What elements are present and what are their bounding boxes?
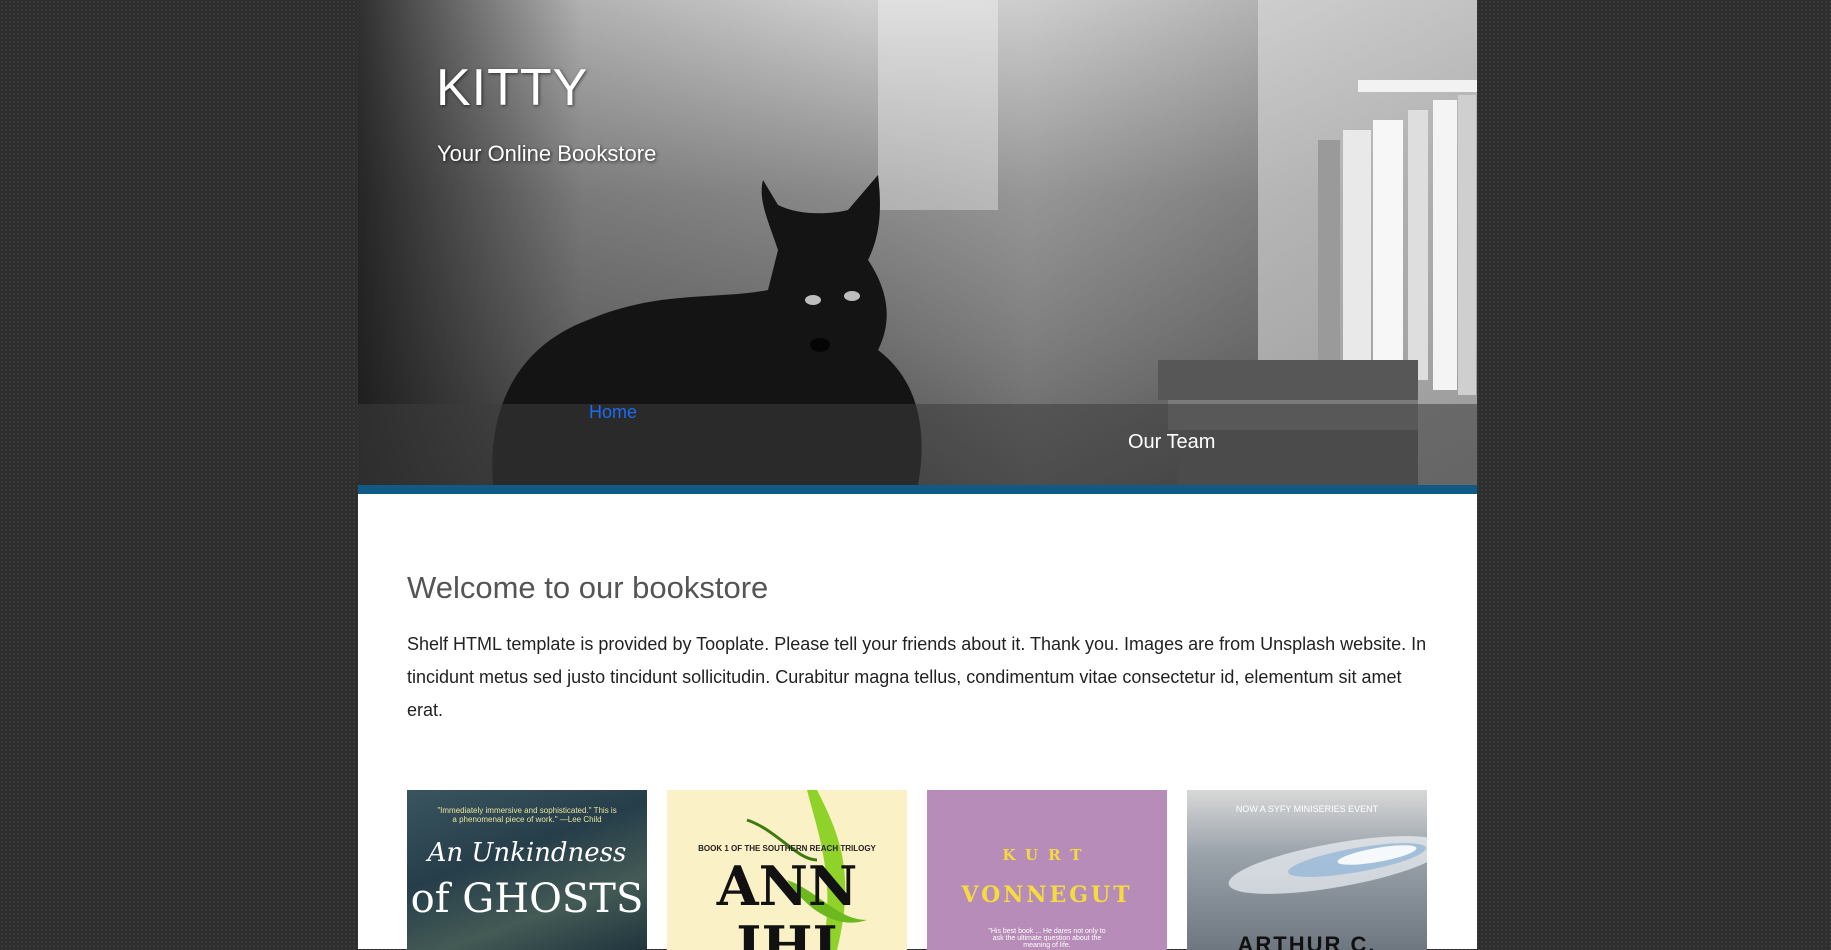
cover-title: of GHOSTS bbox=[410, 876, 644, 922]
book-cover-kurt-vonnegut[interactable]: KURT VONNEGUT "His best book ... He dare… bbox=[927, 790, 1167, 950]
book-cover-an-unkindness-of-ghosts[interactable]: "Immediately immersive and sophisticated… bbox=[407, 790, 647, 950]
cover-author: KURT bbox=[1002, 846, 1092, 864]
welcome-paragraph: Shelf HTML template is provided by Toopl… bbox=[407, 634, 1427, 720]
book-cover-arthur-c-clarke[interactable]: NOW A SYFY MINISERIES EVENT ARTHUR C. CL… bbox=[1187, 790, 1427, 950]
cover-blurb: NOW A SYFY MINISERIES EVENT bbox=[1235, 804, 1379, 814]
nav-link-home[interactable]: Home bbox=[589, 402, 637, 423]
cover-blurb: "Immediately immersive and sophisticated… bbox=[437, 806, 617, 824]
cover-title: An Unkindness bbox=[427, 838, 627, 868]
cover-title: ANN bbox=[716, 854, 858, 918]
main-navbar bbox=[358, 404, 1477, 485]
welcome-section: Welcome to our bookstore Shelf HTML temp… bbox=[407, 570, 1429, 727]
cover-blurb: BOOK 1 OF THE SOUTHERN REACH TRILOGY bbox=[698, 844, 876, 853]
cover-illustration bbox=[1228, 836, 1427, 894]
book-cover-annihilation[interactable]: BOOK 1 OF THE SOUTHERN REACH TRILOGY ANN… bbox=[667, 790, 907, 950]
cover-author: VONNEGUT bbox=[961, 882, 1133, 908]
cover-title: IHI bbox=[736, 914, 838, 950]
cover-title: ARTHUR C. CLARKE bbox=[1237, 932, 1377, 950]
nav-link-our-team[interactable]: Our Team bbox=[1128, 431, 1215, 454]
hero-header: KITTY Your Online Bookstore Home Our Tea… bbox=[358, 0, 1477, 485]
header-accent-bar bbox=[358, 485, 1477, 494]
page-container: KITTY Your Online Bookstore Home Our Tea… bbox=[358, 0, 1477, 950]
welcome-heading: Welcome to our bookstore bbox=[407, 570, 769, 605]
book-gallery: "Immediately immersive and sophisticated… bbox=[407, 790, 1429, 950]
cover-blurb: "His best book ... He dares not only to … bbox=[988, 928, 1106, 949]
site-tagline: Your Online Bookstore bbox=[437, 141, 657, 166]
site-title: KITTY bbox=[436, 59, 589, 117]
